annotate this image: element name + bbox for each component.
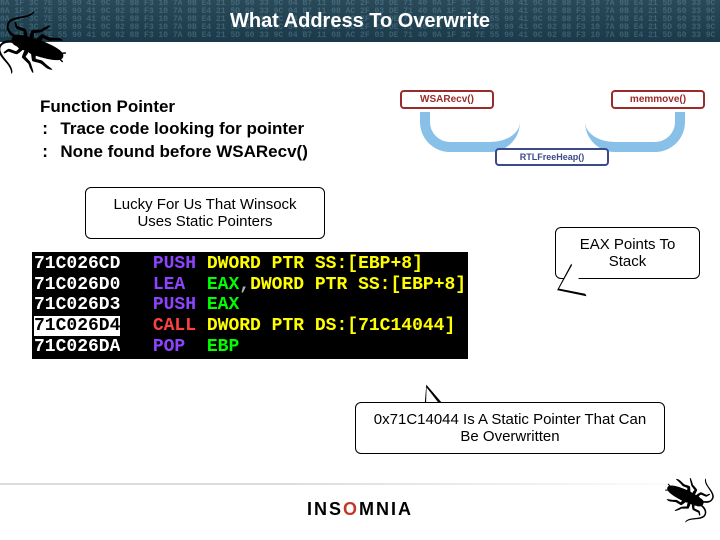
fp-item-1-text: Trace code looking for pointer [60,119,304,138]
disasm-operand: , [239,275,250,295]
disasm-addr: 71C026CD [34,254,120,274]
disasm-mnemonic: PUSH [153,295,207,315]
flow-arrow-left [420,112,520,152]
disasm-operand: DWORD PTR SS:[EBP+8] [250,275,466,295]
fp-item-2-text: None found before WSARecv() [60,142,307,161]
disasm-mnemonic: POP [153,337,207,357]
flow-box-memmove: memmove() [611,90,705,109]
note-eax: EAX Points To Stack [555,227,700,279]
disasm-row: 71C026D4 CALL DWORD PTR DS:[71C14044] [34,316,466,337]
footer-logo: INSOMNIA [0,499,720,520]
fp-item-2: : None found before WSARecv() [40,142,308,163]
disasm-operand: DWORD PTR SS:[EBP+8] [207,254,423,274]
flow-box-rtlfreeheap: RTLFreeHeap() [495,148,609,166]
flow-arrow-right [585,112,685,152]
disasm-row: 71C026D3 PUSH EAX [34,295,466,316]
disasm-addr: 71C026D4 [34,316,120,336]
note-lucky: Lucky For Us That Winsock Uses Static Po… [85,187,325,239]
disasm-row: 71C026DA POP EBP [34,337,466,358]
fp-item-1: : Trace code looking for pointer [40,119,308,140]
disasm-mnemonic: PUSH [153,254,207,274]
brand-dot: O [343,499,359,519]
disasm-row: 71C026CD PUSH DWORD PTR SS:[EBP+8] [34,254,466,275]
disasm-addr: 71C026D3 [34,295,120,315]
slide-title-bar: 0A 1F 3C 7E 55 90 41 0C 02 88 F3 10 7A 0… [0,0,720,42]
fp-heading: Function Pointer [40,97,308,117]
flow-diagram: WSARecv() memmove() RTLFreeHeap() [400,90,705,178]
brand-pre: INS [307,499,343,519]
function-pointer-block: Function Pointer : Trace code looking fo… [40,97,308,163]
flow-box-wsarecv: WSARecv() [400,90,494,109]
disasm-operand: EAX [207,295,239,315]
disasm-addr: 71C026DA [34,337,120,357]
disassembly-block: 71C026CD PUSH DWORD PTR SS:[EBP+8]71C026… [32,252,468,359]
disasm-mnemonic: LEA [153,275,207,295]
note-static: 0x71C14044 Is A Static Pointer That Can … [355,402,665,454]
brand-post: MNIA [359,499,413,519]
disasm-operand: EBP [207,337,239,357]
disasm-operand: DWORD PTR DS:[71C14044] [207,316,455,336]
disasm-addr: 71C026D0 [34,275,120,295]
disasm-operand: EAX [207,275,239,295]
disasm-row: 71C026D0 LEA EAX,DWORD PTR SS:[EBP+8] [34,275,466,296]
slide-title: What Address To Overwrite [230,10,490,32]
disasm-mnemonic: CALL [153,316,207,336]
footer-rule [0,483,720,485]
